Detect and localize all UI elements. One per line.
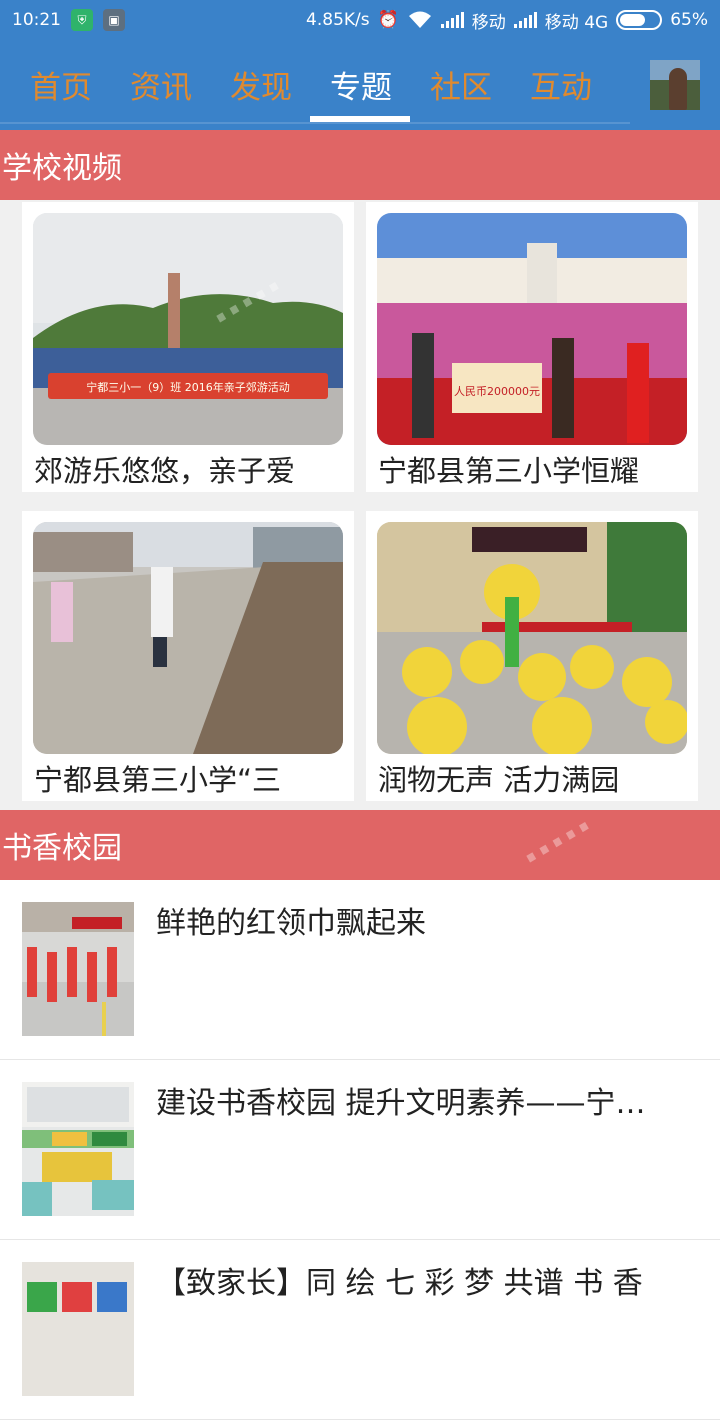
status-bar: 10:21 ⛨ ▣ 4.85K/s ⏰ 移动 移动 4G 65% bbox=[0, 0, 720, 40]
section-title: 书香校园 bbox=[2, 831, 122, 866]
video-title: 宁都县第三小学“三 bbox=[34, 763, 282, 797]
tab-interact[interactable]: 互动 bbox=[530, 62, 592, 107]
article-thumbnail bbox=[22, 902, 134, 1036]
nav-divider bbox=[0, 122, 630, 124]
article-thumbnail bbox=[22, 1262, 134, 1396]
network-speed: 4.85K/s bbox=[306, 10, 370, 30]
video-title: 润物无声 活力满园 bbox=[378, 763, 620, 797]
section-header-reading: 书香校园 bbox=[0, 810, 720, 880]
list-item[interactable]: 建设书香校园 提升文明素养——宁… bbox=[0, 1060, 720, 1240]
video-thumbnail: 人民币200000元 bbox=[377, 213, 687, 445]
article-title: 【致家长】同 绘 七 彩 梦 共谱 书 香 bbox=[156, 1266, 643, 1301]
video-thumbnail: 宁都三小一（9）班 2016年亲子郊游活动 bbox=[33, 213, 343, 445]
carrier-2: 移动 4G bbox=[544, 12, 609, 33]
signal-icon bbox=[440, 12, 464, 28]
video-banner: 人民币200000元 bbox=[454, 385, 540, 398]
article-title: 建设书香校园 提升文明素养——宁… bbox=[156, 1086, 646, 1121]
video-card[interactable]: 人民币200000元 宁都县第三小学恒耀 bbox=[366, 202, 698, 492]
signal-icon bbox=[513, 12, 537, 28]
video-card[interactable]: 宁都三小一（9）班 2016年亲子郊游活动 郊游乐悠悠，亲子爱 bbox=[22, 202, 354, 492]
active-tab-indicator bbox=[310, 116, 410, 122]
shield-icon: ⛨ bbox=[71, 9, 93, 31]
video-banner: 宁都三小一（9）班 2016年亲子郊游活动 bbox=[86, 380, 290, 394]
video-thumbnail bbox=[33, 522, 343, 754]
battery-percent: 65% bbox=[670, 10, 708, 30]
tab-topics[interactable]: 专题 bbox=[330, 62, 392, 107]
tab-discover[interactable]: 发现 bbox=[230, 62, 292, 107]
alarm-icon: ⏰ bbox=[377, 10, 399, 30]
avatar[interactable] bbox=[650, 60, 700, 110]
wifi-icon bbox=[408, 11, 431, 28]
video-title: 宁都县第三小学恒耀 bbox=[378, 454, 640, 488]
tab-news[interactable]: 资讯 bbox=[130, 62, 192, 107]
article-thumbnail bbox=[22, 1082, 134, 1216]
section-header-videos: 学校视频 bbox=[0, 130, 720, 200]
tab-home[interactable]: 首页 bbox=[30, 62, 92, 107]
video-card[interactable]: 润物无声 活力满园 bbox=[366, 511, 698, 801]
list-item[interactable]: 【致家长】同 绘 七 彩 梦 共谱 书 香 bbox=[0, 1240, 720, 1420]
video-card[interactable]: 宁都县第三小学“三 bbox=[22, 511, 354, 801]
article-title: 鲜艳的红领巾飘起来 bbox=[156, 906, 426, 941]
video-thumbnail bbox=[377, 522, 687, 754]
clock: 10:21 bbox=[12, 10, 61, 30]
tab-community[interactable]: 社区 bbox=[430, 62, 492, 107]
carrier-1: 移动 bbox=[471, 12, 506, 33]
sim-icon: ▣ bbox=[103, 9, 125, 31]
section-title: 学校视频 bbox=[2, 151, 122, 186]
video-title: 郊游乐悠悠，亲子爱 bbox=[34, 454, 296, 488]
battery-icon bbox=[616, 10, 663, 30]
list-item[interactable]: 鲜艳的红领巾飘起来 bbox=[0, 880, 720, 1060]
